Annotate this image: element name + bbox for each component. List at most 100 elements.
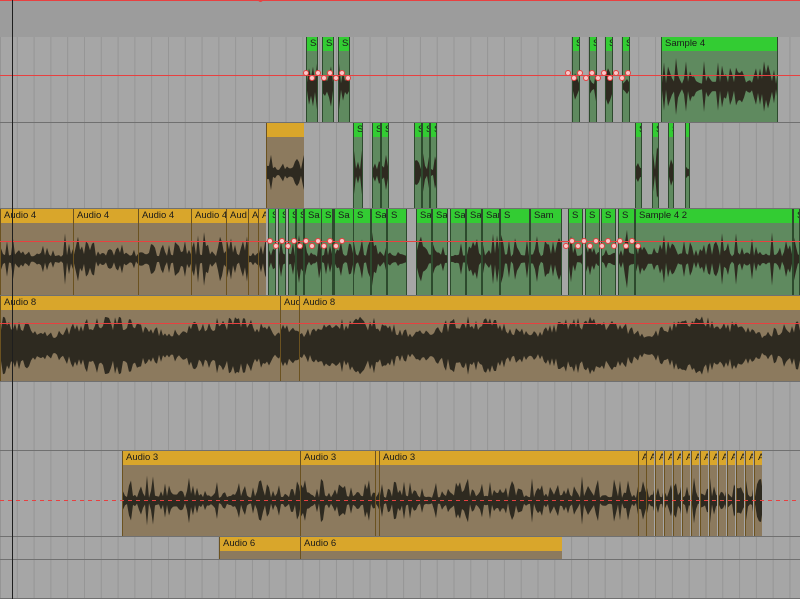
clip-title[interactable]: Audio 4: [139, 209, 191, 223]
locator-marker[interactable]: [258, 0, 263, 2]
automation-breakpoint[interactable]: [315, 238, 321, 244]
automation-breakpoint[interactable]: [309, 243, 315, 249]
automation-breakpoint[interactable]: [327, 238, 333, 244]
automation-breakpoint[interactable]: [333, 75, 339, 81]
audio-clip-a[interactable]: A: [638, 451, 646, 536]
clip-title[interactable]: S: [653, 123, 658, 137]
clip-title[interactable]: S: [623, 37, 629, 51]
audio-clip-a[interactable]: A: [754, 451, 762, 536]
midi-clip-sample-4[interactable]: Sample 4: [661, 37, 778, 122]
audio-clip-audio-4[interactable]: Audio 4: [0, 209, 73, 295]
clip-title[interactable]: Sa: [467, 209, 481, 223]
clip-title[interactable]: Aud: [227, 209, 248, 223]
midi-clip-s[interactable]: S: [353, 123, 363, 208]
clip-title[interactable]: Sample 4 2: [636, 209, 792, 223]
clip-title[interactable]: Audio 4: [192, 209, 226, 223]
midi-clip-sa[interactable]: Sa: [450, 209, 466, 295]
midi-clip-sa[interactable]: Sa: [416, 209, 432, 295]
playhead[interactable]: [12, 0, 13, 599]
automation-breakpoint[interactable]: [339, 238, 345, 244]
midi-clip-s[interactable]: S: [321, 209, 333, 295]
automation-breakpoint[interactable]: [303, 238, 309, 244]
clip-title[interactable]: Sa: [323, 37, 333, 51]
clip-title[interactable]: A: [656, 451, 663, 465]
automation-breakpoint[interactable]: [623, 243, 629, 249]
clip-title[interactable]: A: [259, 209, 266, 223]
audio-clip-a[interactable]: A: [664, 451, 672, 536]
automation-line[interactable]: [0, 241, 800, 242]
midi-clip-s[interactable]: S: [278, 209, 286, 295]
automation-line[interactable]: [0, 500, 800, 501]
clip-title[interactable]: S: [602, 209, 615, 223]
track-lane-4[interactable]: Audio 8Audio 8Audio 8: [0, 296, 800, 382]
automation-breakpoint[interactable]: [303, 70, 309, 76]
audio-clip-a[interactable]: A: [700, 451, 708, 536]
track-lane-6[interactable]: Audio 3Audio 3AAudio 3AAAAAAAAAAAAAA: [0, 451, 800, 537]
automation-breakpoint[interactable]: [565, 70, 571, 76]
clip-title[interactable]: S: [373, 123, 380, 137]
clip-title[interactable]: Sa: [417, 209, 431, 223]
midi-clip-sa[interactable]: Sa: [371, 209, 387, 295]
clip-title[interactable]: S: [501, 209, 529, 223]
clip-title[interactable]: A: [692, 451, 699, 465]
audio-clip-audio-8[interactable]: Audio 8: [0, 296, 280, 381]
automation-breakpoint[interactable]: [575, 243, 581, 249]
audio-clip-a[interactable]: A: [646, 451, 654, 536]
clip-title[interactable]: S: [686, 123, 689, 137]
midi-clip-sa[interactable]: Sa: [334, 209, 354, 295]
clip-title[interactable]: S: [279, 209, 285, 223]
audio-clip-audio-8[interactable]: Audio 8: [280, 296, 299, 381]
audio-clip-a[interactable]: A: [655, 451, 663, 536]
clip-title[interactable]: A: [639, 451, 646, 465]
clip-title[interactable]: A: [719, 451, 726, 465]
midi-clip-s[interactable]: S: [601, 209, 616, 295]
midi-clip-samp[interactable]: Samp: [482, 209, 500, 295]
midi-clip-s[interactable]: S: [268, 209, 276, 295]
midi-clip-sample-4-2[interactable]: Sample 4 2: [635, 209, 793, 295]
clip-title[interactable]: Audio 8: [300, 296, 800, 310]
clip-title[interactable]: S: [269, 209, 275, 223]
automation-breakpoint[interactable]: [595, 75, 601, 81]
automation-breakpoint[interactable]: [601, 70, 607, 76]
automation-breakpoint[interactable]: [321, 243, 327, 249]
clip-title[interactable]: S: [606, 37, 612, 51]
clip-title[interactable]: Audio 3: [301, 451, 375, 465]
automation-breakpoint[interactable]: [309, 75, 315, 81]
clip-title[interactable]: S: [573, 37, 579, 51]
automation-breakpoint[interactable]: [321, 75, 327, 81]
clip-title[interactable]: Audio 8: [1, 296, 280, 310]
clip-title[interactable]: S: [586, 209, 599, 223]
audio-clip-audio-4[interactable]: Audio 4: [191, 209, 226, 295]
audio-clip-a[interactable]: A: [718, 451, 726, 536]
midi-clip-s[interactable]: S: [500, 209, 530, 295]
track-lane-1[interactable]: SaSaSaSSSSSample 4: [0, 37, 800, 123]
automation-breakpoint[interactable]: [587, 243, 593, 249]
audio-clip-audio-8[interactable]: Audio 8: [299, 296, 800, 381]
automation-breakpoint[interactable]: [333, 243, 339, 249]
midi-clip-s[interactable]: S: [372, 123, 381, 208]
audio-clip-a[interactable]: A: [745, 451, 753, 536]
track-lane-7[interactable]: Audio 6 Audio 6: [0, 537, 800, 560]
automation-breakpoint[interactable]: [563, 243, 569, 249]
clip-title[interactable]: S: [619, 209, 634, 223]
midi-clip-s[interactable]: S: [381, 123, 389, 208]
automation-breakpoint[interactable]: [611, 243, 617, 249]
midi-clip-s[interactable]: S: [652, 123, 659, 208]
clip-title[interactable]: Sa: [307, 37, 317, 51]
automation-breakpoint[interactable]: [297, 243, 303, 249]
automation-breakpoint[interactable]: [267, 238, 273, 244]
clip-title[interactable]: S: [388, 209, 406, 223]
audio-clip-audio-6[interactable]: Audio 6: [219, 537, 300, 559]
automation-breakpoint[interactable]: [273, 243, 279, 249]
midi-clip-s[interactable]: S: [387, 209, 407, 295]
clip-title[interactable]: S: [382, 123, 388, 137]
audio-clip-audio-3[interactable]: Audio 3: [379, 451, 638, 536]
clip-title[interactable]: A: [674, 451, 681, 465]
clip-title[interactable]: Sam: [531, 209, 561, 223]
clip-title[interactable]: A: [647, 451, 654, 465]
clip-title[interactable]: Sa: [335, 209, 353, 223]
audio-clip-a[interactable]: A: [709, 451, 717, 536]
clip-title[interactable]: S: [354, 209, 370, 223]
automation-line[interactable]: [0, 75, 800, 76]
midi-clip-s[interactable]: S: [414, 123, 422, 208]
